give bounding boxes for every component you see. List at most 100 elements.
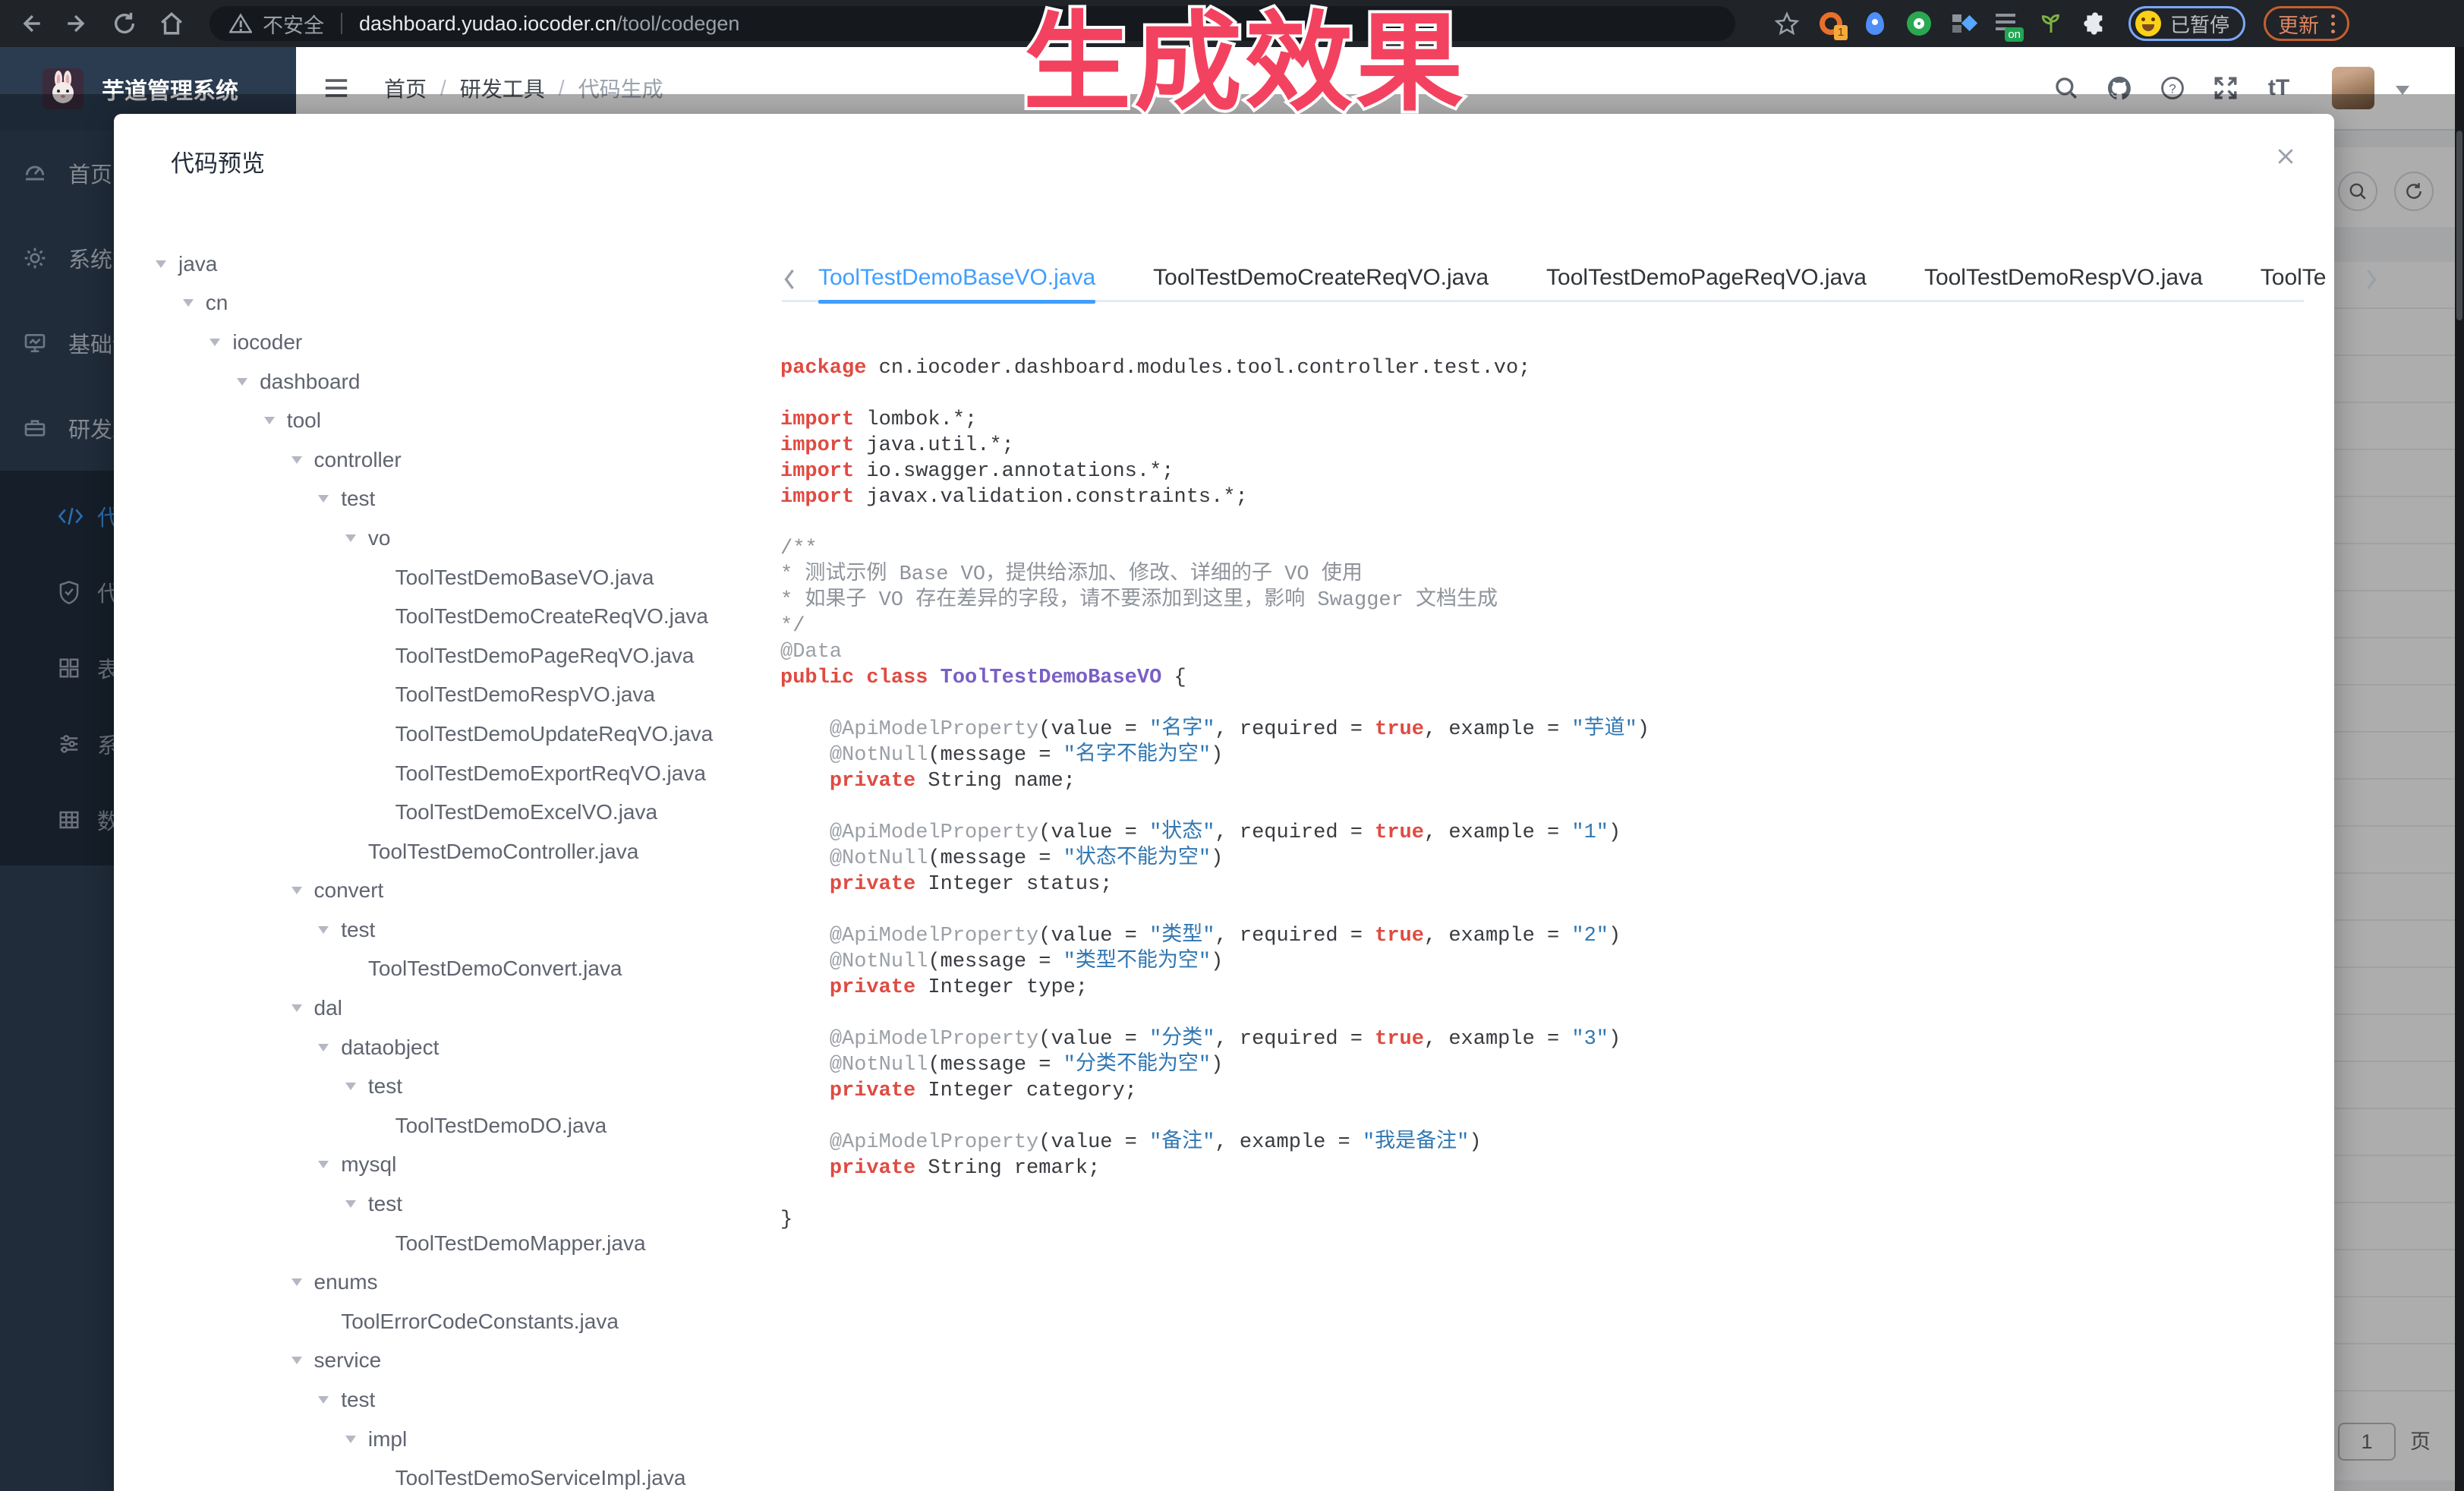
tree-caret-icon[interactable]: [318, 1161, 329, 1168]
tree-caret-icon[interactable]: [291, 1357, 302, 1364]
tree-folder-cn[interactable]: cn: [114, 284, 776, 323]
tree-caret-icon[interactable]: [318, 1044, 329, 1051]
tree-caret-icon[interactable]: [318, 1396, 329, 1404]
code-token: Integer status;: [915, 873, 1112, 896]
tab-ToolTestDemoBaseVO.java[interactable]: ToolTestDemoBaseVO.java: [818, 257, 1095, 301]
extension-ubuntu-icon[interactable]: 1: [1817, 10, 1845, 37]
code-token: "名字": [1149, 718, 1215, 741]
tree-folder-test[interactable]: test: [114, 1067, 776, 1106]
tree-caret-icon[interactable]: [291, 887, 302, 894]
tree-folder-tool[interactable]: tool: [114, 401, 776, 440]
extension-grid-icon[interactable]: [1949, 10, 1977, 37]
code-token: ): [1211, 1054, 1223, 1076]
code-token: , required =: [1215, 925, 1375, 947]
tree-file-ToolTestDemoMapper.java[interactable]: ToolTestDemoMapper.java: [114, 1224, 776, 1263]
tree-node-label: dataobject: [341, 1036, 439, 1060]
code-token: ToolTestDemoBaseVO: [941, 667, 1162, 689]
code-token: @ApiModelProperty: [830, 718, 1038, 741]
extensions-puzzle-icon[interactable]: [2081, 10, 2109, 37]
tree-file-ToolTestDemoController.java[interactable]: ToolTestDemoController.java: [114, 832, 776, 872]
tree-caret-icon[interactable]: [210, 339, 220, 346]
tree-folder-test[interactable]: test: [114, 910, 776, 950]
tree-file-ToolTestDemoConvert.java[interactable]: ToolTestDemoConvert.java: [114, 950, 776, 989]
extension-drop-icon[interactable]: [1861, 10, 1889, 37]
tree-folder-dashboard[interactable]: dashboard: [114, 362, 776, 402]
tab-ToolTestDemoRespVO.java[interactable]: ToolTestDemoRespVO.java: [1924, 257, 2203, 301]
close-icon[interactable]: [2272, 143, 2299, 170]
tree-file-ToolTestDemoBaseVO.java[interactable]: ToolTestDemoBaseVO.java: [114, 558, 776, 597]
tree-caret-icon[interactable]: [345, 1200, 356, 1208]
tab-ToolTe[interactable]: ToolTe: [2261, 257, 2327, 301]
url-host[interactable]: dashboard.yudao.iocoder.cn: [359, 12, 616, 36]
code-line-28: @NotNull(message = "分类不能为空"): [780, 1052, 2291, 1078]
scrollbar-thumb[interactable]: [2456, 131, 2462, 320]
tree-folder-controller[interactable]: controller: [114, 440, 776, 480]
tree-folder-service[interactable]: service: [114, 1341, 776, 1381]
forward-icon[interactable]: [61, 7, 94, 40]
code-token: cn.iocoder.dashboard.modules.tool.contro…: [866, 357, 1530, 380]
security-warning-icon[interactable]: [229, 13, 252, 34]
tree-caret-icon[interactable]: [318, 926, 329, 934]
tree-file-ToolTestDemoDO.java[interactable]: ToolTestDemoDO.java: [114, 1106, 776, 1146]
tree-file-ToolErrorCodeConstants.java[interactable]: ToolErrorCodeConstants.java: [114, 1302, 776, 1341]
url-path[interactable]: /tool/codegen: [616, 12, 739, 36]
tree-file-ToolTestDemoUpdateReqVO.java[interactable]: ToolTestDemoUpdateReqVO.java: [114, 714, 776, 754]
tree-folder-dal[interactable]: dal: [114, 988, 776, 1028]
tree-caret-icon[interactable]: [183, 299, 194, 307]
tree-folder-vo[interactable]: vo: [114, 519, 776, 558]
tree-folder-mysql[interactable]: mysql: [114, 1146, 776, 1185]
home-icon[interactable]: [155, 7, 188, 40]
bookmark-star-icon[interactable]: [1773, 10, 1801, 37]
tree-caret-icon[interactable]: [345, 534, 356, 542]
tabs-scroll-left-icon[interactable]: [782, 268, 799, 291]
code-line-31: @ApiModelProperty(value = "备注", example …: [780, 1130, 2291, 1155]
tree-caret-icon[interactable]: [156, 260, 166, 268]
extension-tabs-on-icon[interactable]: on: [1993, 10, 2021, 37]
tree-folder-test[interactable]: test: [114, 1184, 776, 1224]
tree-caret-icon[interactable]: [264, 417, 275, 424]
tree-folder-dataobject[interactable]: dataobject: [114, 1028, 776, 1067]
tree-caret-icon[interactable]: [237, 378, 247, 386]
code-token: , example =: [1424, 925, 1571, 947]
extension-sprout-icon[interactable]: [2037, 10, 2065, 37]
code-line-6: import javax.validation.constraints.*;: [780, 484, 2291, 510]
tree-file-ToolTestDemoExcelVO.java[interactable]: ToolTestDemoExcelVO.java: [114, 793, 776, 832]
code-token: private: [830, 976, 915, 999]
paused-chip[interactable]: 已暂停: [2128, 6, 2245, 41]
tree-file-ToolTestDemoRespVO.java[interactable]: ToolTestDemoRespVO.java: [114, 676, 776, 715]
tree-node-label: ToolTestDemoDO.java: [395, 1114, 607, 1138]
code-token: @NotNull: [830, 1054, 928, 1076]
security-label[interactable]: 不安全: [263, 9, 324, 39]
code-token: "备注": [1149, 1131, 1215, 1154]
tree-folder-java[interactable]: java: [114, 244, 776, 284]
tree-folder-test[interactable]: test: [114, 480, 776, 519]
tree-caret-icon[interactable]: [291, 1004, 302, 1012]
tree-folder-convert[interactable]: convert: [114, 872, 776, 911]
tree-file-ToolTestDemoCreateReqVO.java[interactable]: ToolTestDemoCreateReqVO.java: [114, 597, 776, 636]
code-token: javax.validation.constraints.*;: [854, 486, 1247, 509]
back-icon[interactable]: [14, 7, 47, 40]
reload-icon[interactable]: [108, 7, 141, 40]
browser-scrollbar[interactable]: [2455, 47, 2464, 1491]
tab-ToolTestDemoPageReqVO.java[interactable]: ToolTestDemoPageReqVO.java: [1546, 257, 1867, 301]
tree-folder-test[interactable]: test: [114, 1380, 776, 1420]
tree-file-ToolTestDemoExportReqVO.java[interactable]: ToolTestDemoExportReqVO.java: [114, 754, 776, 793]
address-divider: [341, 13, 342, 34]
tree-caret-icon[interactable]: [291, 1278, 302, 1286]
code-token: (value =: [1038, 1028, 1149, 1051]
update-button[interactable]: 更新: [2264, 6, 2349, 41]
tree-caret-icon[interactable]: [291, 456, 302, 464]
tree-caret-icon[interactable]: [318, 495, 329, 503]
tree-folder-enums[interactable]: enums: [114, 1262, 776, 1302]
tab-ToolTestDemoCreateReqVO.java[interactable]: ToolTestDemoCreateReqVO.java: [1153, 257, 1489, 301]
tree-file-ToolTestDemoServiceImpl.java[interactable]: ToolTestDemoServiceImpl.java: [114, 1458, 776, 1491]
tabs-scroll-right-icon[interactable]: [2364, 268, 2381, 291]
tree-caret-icon[interactable]: [345, 1083, 356, 1090]
chrome-menu-icon[interactable]: [2331, 14, 2335, 33]
tree-file-ToolTestDemoPageReqVO.java[interactable]: ToolTestDemoPageReqVO.java: [114, 636, 776, 676]
address-bar[interactable]: 不安全 dashboard.yudao.iocoder.cn /tool/cod…: [210, 6, 1735, 41]
tree-folder-iocoder[interactable]: iocoder: [114, 323, 776, 362]
extension-green-icon[interactable]: [1905, 10, 1933, 37]
tree-caret-icon[interactable]: [345, 1436, 356, 1443]
tree-folder-impl[interactable]: impl: [114, 1420, 776, 1459]
